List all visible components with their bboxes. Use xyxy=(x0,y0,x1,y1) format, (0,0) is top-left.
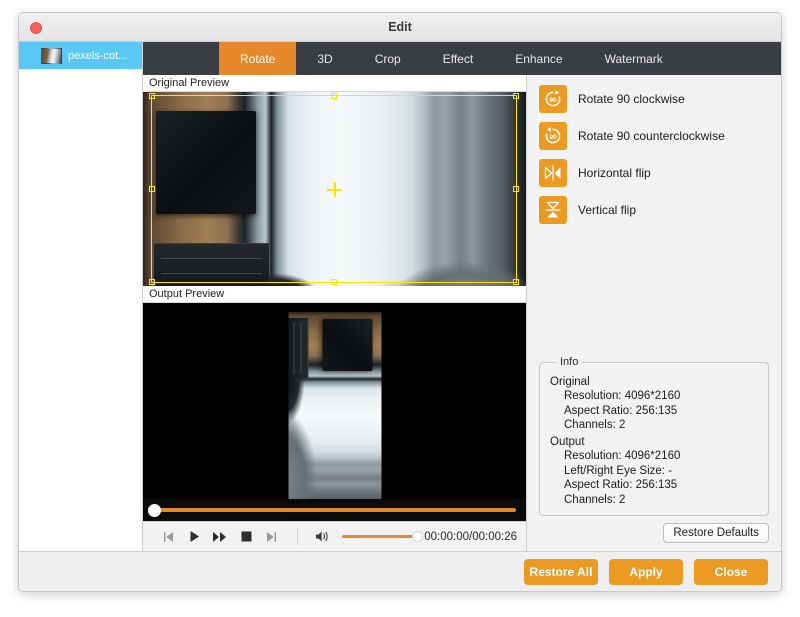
volume-slider[interactable] xyxy=(342,531,423,542)
playback-scrubber[interactable] xyxy=(143,499,526,521)
restore-defaults-button[interactable]: Restore Defaults xyxy=(663,523,769,543)
window-body: pexels-cot... Rotate 3D Crop Effect Enha… xyxy=(19,42,781,551)
rotation-operations-list: 90 Rotate 90 clockwise 90 Rotate 90 coun… xyxy=(539,85,769,224)
tab-bar-spacer xyxy=(143,42,219,75)
tab-bar: Rotate 3D Crop Effect Enhance Watermark xyxy=(143,42,781,75)
restore-all-button[interactable]: Restore All xyxy=(524,558,598,585)
output-preview-stage[interactable] xyxy=(143,303,526,521)
rotate-cw-90-icon: 90 xyxy=(539,85,567,113)
vertical-flip-label: Vertical flip xyxy=(578,203,637,217)
transport-controls: 00:00:00/00:00:26 xyxy=(143,521,526,551)
flip-horizontal-icon xyxy=(539,159,567,187)
previous-icon[interactable] xyxy=(155,526,181,548)
main-column: Rotate 3D Crop Effect Enhance Watermark … xyxy=(143,42,781,551)
video-thumbnail xyxy=(41,47,62,64)
preview-column: Original Preview Output Preview 00:00:00… xyxy=(143,75,527,551)
tab-3d[interactable]: 3D xyxy=(296,42,353,75)
edit-window: Edit pexels-cot... Rotate 3D Crop Effect… xyxy=(18,12,782,592)
file-list-sidebar: pexels-cot... xyxy=(19,42,143,551)
info-original-group: Original Resolution: 4096*2160 Aspect Ra… xyxy=(548,375,760,508)
output-preview-label: Output Preview xyxy=(143,286,526,303)
rotate-options-panel: 90 Rotate 90 clockwise 90 Rotate 90 coun… xyxy=(527,75,781,551)
list-item[interactable]: pexels-cot... xyxy=(19,42,142,69)
info-original-aspect-ratio: Aspect Ratio: 256:135 xyxy=(564,404,678,417)
rotate-90-clockwise-button[interactable]: 90 Rotate 90 clockwise xyxy=(539,85,769,113)
rotated-video-frame xyxy=(288,312,381,512)
footer-action-bar: Restore All Apply Close xyxy=(19,551,781,591)
time-readout: 00:00:00/00:00:26 xyxy=(424,530,517,543)
tab-enhance[interactable]: Enhance xyxy=(494,42,583,75)
title-bar: Edit xyxy=(19,13,781,42)
tab-crop[interactable]: Crop xyxy=(354,42,422,75)
info-output-heading: Output xyxy=(550,435,585,448)
rotate-90-counterclockwise-button[interactable]: 90 Rotate 90 counterclockwise xyxy=(539,122,769,150)
volume-icon[interactable] xyxy=(310,526,336,548)
info-box: Info Original Resolution: 4096*2160 Aspe… xyxy=(539,355,769,516)
play-icon[interactable] xyxy=(181,526,207,548)
fast-forward-icon[interactable] xyxy=(207,526,233,548)
vertical-flip-button[interactable]: Vertical flip xyxy=(539,196,769,224)
next-icon[interactable] xyxy=(259,526,285,548)
info-original-resolution: Resolution: 4096*2160 xyxy=(564,390,681,402)
close-button[interactable]: Close xyxy=(694,558,768,585)
info-original-heading: Original xyxy=(550,375,590,388)
horizontal-flip-label: Horizontal flip xyxy=(578,166,651,180)
info-output-channels: Channels: 2 xyxy=(564,493,626,506)
original-video-frame xyxy=(143,92,526,286)
original-preview-stage[interactable] xyxy=(143,92,526,286)
tab-watermark[interactable]: Watermark xyxy=(584,42,684,75)
close-window-button[interactable] xyxy=(30,22,42,34)
volume-slider-thumb[interactable] xyxy=(412,531,423,542)
svg-text:90: 90 xyxy=(549,97,557,104)
restore-defaults-row: Restore Defaults xyxy=(539,523,769,543)
info-output-eye-size: Left/Right Eye Size: - xyxy=(564,464,673,477)
output-video-frame xyxy=(288,312,381,512)
info-legend: Info xyxy=(556,355,583,368)
stop-icon[interactable] xyxy=(233,526,259,548)
scrubber-thumb[interactable] xyxy=(148,503,161,517)
rotated-frame-wrapper xyxy=(235,312,435,512)
tv-object-output xyxy=(322,319,372,371)
tv-object xyxy=(156,111,256,215)
info-output-resolution: Resolution: 4096*2160 xyxy=(564,450,681,462)
original-preview-label: Original Preview xyxy=(143,75,526,92)
scrubber-track[interactable] xyxy=(148,503,516,517)
rotate-90-clockwise-label: Rotate 90 clockwise xyxy=(578,92,685,106)
tab-effect[interactable]: Effect xyxy=(422,42,494,75)
content-area: Original Preview Output Preview 00:00:00… xyxy=(143,75,781,551)
rotate-90-counterclockwise-label: Rotate 90 counterclockwise xyxy=(578,129,725,143)
horizontal-flip-button[interactable]: Horizontal flip xyxy=(539,159,769,187)
rotate-ccw-90-icon: 90 xyxy=(539,122,567,150)
tab-rotate[interactable]: Rotate xyxy=(219,42,297,75)
file-name-label: pexels-cot... xyxy=(68,49,128,62)
info-output-aspect-ratio: Aspect Ratio: 256:135 xyxy=(564,479,678,491)
flip-vertical-icon xyxy=(539,196,567,224)
window-title: Edit xyxy=(388,20,412,34)
console-object xyxy=(154,243,270,286)
transport-divider xyxy=(297,528,298,545)
info-original-channels: Channels: 2 xyxy=(564,419,626,431)
console-object-output xyxy=(288,318,309,378)
apply-button[interactable]: Apply xyxy=(609,558,683,585)
svg-text:90: 90 xyxy=(549,134,557,141)
